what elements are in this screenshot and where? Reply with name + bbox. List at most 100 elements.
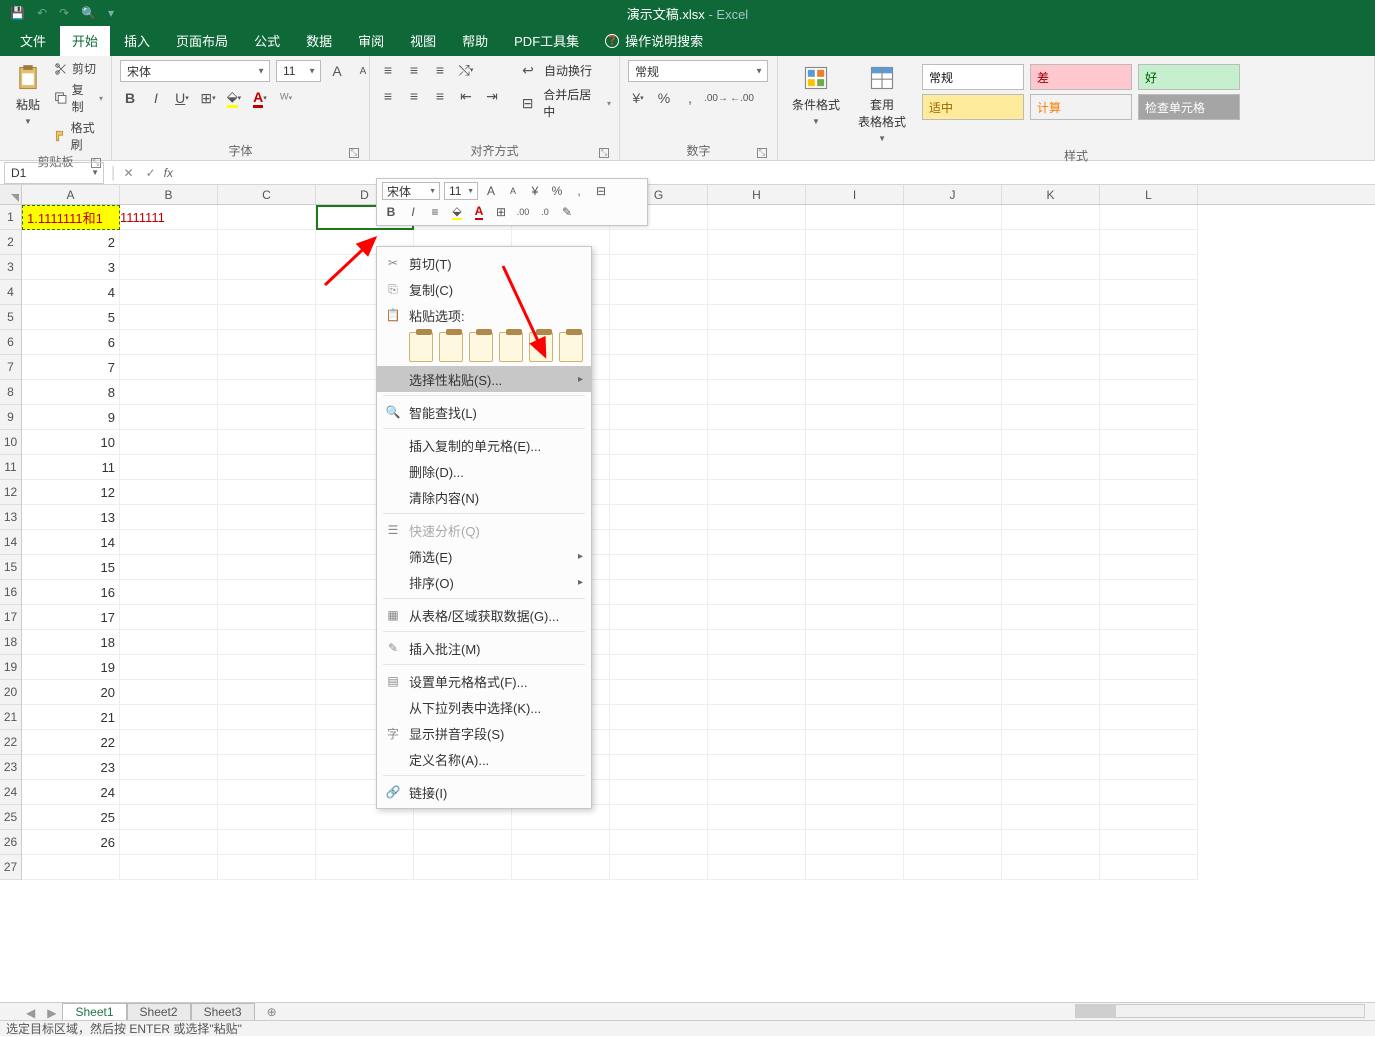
cell-C7[interactable] [218,355,316,380]
col-header-H[interactable]: H [708,185,806,204]
cell-K10[interactable] [1002,430,1100,455]
cell-B27[interactable] [120,855,218,880]
cell-E27[interactable] [414,855,512,880]
cell-A19[interactable]: 19 [22,655,120,680]
cell-J2[interactable] [904,230,1002,255]
cell-H3[interactable] [708,255,806,280]
cell-L23[interactable] [1100,755,1198,780]
cell-K2[interactable] [1002,230,1100,255]
mini-accounting-icon[interactable]: ¥ [526,182,544,200]
mini-grow-font-icon[interactable]: A [482,182,500,200]
sheet-tab-3[interactable]: Sheet3 [191,1003,255,1020]
border-button[interactable]: ⊞ ▾ [198,88,218,108]
cell-G15[interactable] [610,555,708,580]
cell-L26[interactable] [1100,830,1198,855]
copy-button[interactable]: 复制 ▾ [54,81,103,115]
cell-J15[interactable] [904,555,1002,580]
cell-A7[interactable]: 7 [22,355,120,380]
row-header-24[interactable]: 24 [0,780,21,805]
cell-D27[interactable] [316,855,414,880]
cell-J25[interactable] [904,805,1002,830]
cell-G13[interactable] [610,505,708,530]
cell-B10[interactable] [120,430,218,455]
col-header-L[interactable]: L [1100,185,1198,204]
row-header-3[interactable]: 3 [0,255,21,280]
style-good[interactable]: 好 [1138,64,1240,90]
tell-me[interactable]: ❓操作说明搜索 [593,25,715,56]
tab-help[interactable]: 帮助 [450,25,500,56]
cell-I22[interactable] [806,730,904,755]
cell-B13[interactable] [120,505,218,530]
cell-A18[interactable]: 18 [22,630,120,655]
cell-L17[interactable] [1100,605,1198,630]
cell-K8[interactable] [1002,380,1100,405]
cell-A13[interactable]: 13 [22,505,120,530]
cell-J9[interactable] [904,405,1002,430]
align-middle-icon[interactable]: ≡ [404,60,424,80]
cell-H16[interactable] [708,580,806,605]
cells-area[interactable]: 1.1111111和111111112345678910111213141516… [22,205,1375,1002]
cell-B20[interactable] [120,680,218,705]
cell-G12[interactable] [610,480,708,505]
cell-J5[interactable] [904,305,1002,330]
mini-percent-icon[interactable]: % [548,182,566,200]
cell-I14[interactable] [806,530,904,555]
cell-I19[interactable] [806,655,904,680]
cell-G27[interactable] [610,855,708,880]
cell-B25[interactable] [120,805,218,830]
cell-H19[interactable] [708,655,806,680]
cell-G23[interactable] [610,755,708,780]
sheet-nav-prev-icon[interactable]: ◀ [20,1006,41,1020]
mini-shrink-font-icon[interactable]: A [504,182,522,200]
cell-B2[interactable] [120,230,218,255]
cell-F27[interactable] [512,855,610,880]
cell-C17[interactable] [218,605,316,630]
cell-B5[interactable] [120,305,218,330]
tab-layout[interactable]: 页面布局 [164,25,240,56]
row-header-27[interactable]: 27 [0,855,21,880]
cell-A15[interactable]: 15 [22,555,120,580]
cell-J12[interactable] [904,480,1002,505]
ctx-define-name[interactable]: 定义名称(A)... [377,746,591,772]
cell-K14[interactable] [1002,530,1100,555]
col-header-I[interactable]: I [806,185,904,204]
cell-C1[interactable] [218,205,316,230]
cell-A10[interactable]: 10 [22,430,120,455]
font-name-select[interactable]: 宋体▼ [120,60,270,82]
cell-L6[interactable] [1100,330,1198,355]
cell-I1[interactable] [806,205,904,230]
cell-B8[interactable] [120,380,218,405]
cell-A11[interactable]: 11 [22,455,120,480]
cell-H18[interactable] [708,630,806,655]
ctx-delete[interactable]: 删除(D)... [377,458,591,484]
paste-all-icon[interactable] [409,332,433,362]
cell-L13[interactable] [1100,505,1198,530]
cell-C21[interactable] [218,705,316,730]
undo-icon[interactable]: ↶ [37,6,47,20]
cell-G10[interactable] [610,430,708,455]
cell-H23[interactable] [708,755,806,780]
cell-B4[interactable] [120,280,218,305]
cell-B11[interactable] [120,455,218,480]
row-header-11[interactable]: 11 [0,455,21,480]
cell-G14[interactable] [610,530,708,555]
cell-B19[interactable] [120,655,218,680]
cell-L8[interactable] [1100,380,1198,405]
cell-J7[interactable] [904,355,1002,380]
tab-data[interactable]: 数据 [294,25,344,56]
cell-C4[interactable] [218,280,316,305]
row-header-6[interactable]: 6 [0,330,21,355]
mini-font-select[interactable]: 宋体▼ [382,182,440,200]
cell-G26[interactable] [610,830,708,855]
cell-F26[interactable] [512,830,610,855]
row-header-8[interactable]: 8 [0,380,21,405]
cell-G3[interactable] [610,255,708,280]
cell-C11[interactable] [218,455,316,480]
cell-L5[interactable] [1100,305,1198,330]
cell-I15[interactable] [806,555,904,580]
sheet-tab-2[interactable]: Sheet2 [127,1003,191,1020]
cell-C2[interactable] [218,230,316,255]
cell-L12[interactable] [1100,480,1198,505]
cell-H22[interactable] [708,730,806,755]
sheet-tab-1[interactable]: Sheet1 [62,1003,126,1020]
